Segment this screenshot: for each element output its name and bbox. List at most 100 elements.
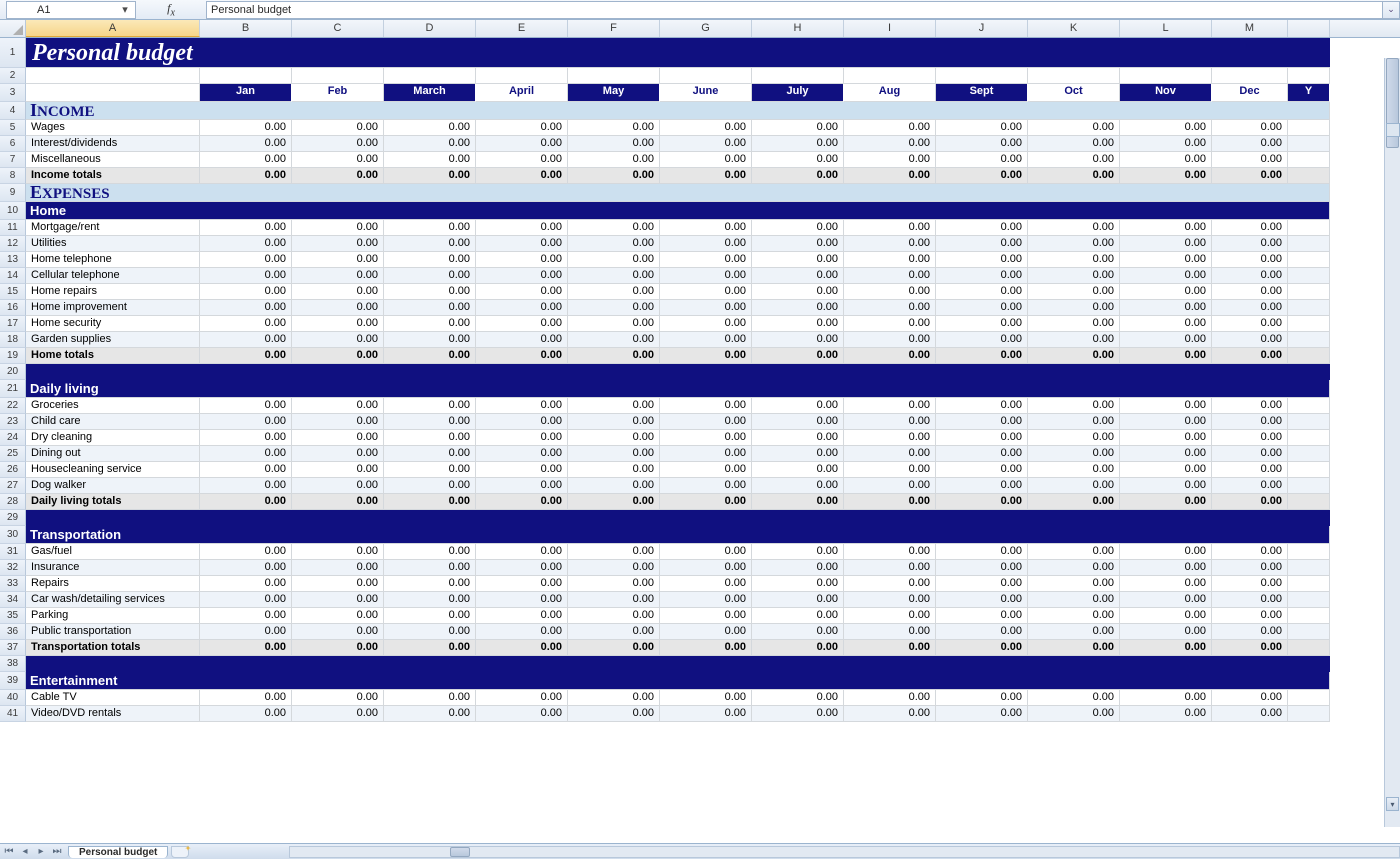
cell[interactable]: 0.00 <box>1028 348 1120 364</box>
row-header[interactable]: 17 <box>0 316 26 332</box>
cell[interactable]: 0.00 <box>292 268 384 284</box>
vertical-scrollbar[interactable]: ▾ <box>1384 58 1400 827</box>
last-sheet-icon[interactable]: ⏭ <box>50 846 64 858</box>
cell[interactable]: 0.00 <box>568 414 660 430</box>
cell[interactable]: 0.00 <box>292 332 384 348</box>
cell[interactable]: 0.00 <box>844 576 936 592</box>
cell[interactable]: 0.00 <box>1212 252 1288 268</box>
cell[interactable]: 0.00 <box>476 414 568 430</box>
cell[interactable]: 0.00 <box>292 690 384 706</box>
cell[interactable]: 0.00 <box>292 462 384 478</box>
row-header[interactable]: 20 <box>0 364 26 380</box>
cell[interactable]: 0.00 <box>936 430 1028 446</box>
cell[interactable]: 0.00 <box>384 220 476 236</box>
cell[interactable]: 0.00 <box>476 640 568 656</box>
row-label[interactable]: Daily living totals <box>26 494 200 510</box>
month-header[interactable]: Y <box>1288 84 1330 102</box>
row-header[interactable]: 27 <box>0 478 26 494</box>
cell[interactable]: 0.00 <box>752 608 844 624</box>
cell[interactable]: 0.00 <box>1212 300 1288 316</box>
cell[interactable]: 0.00 <box>1120 268 1212 284</box>
cell[interactable]: 0.00 <box>1028 706 1120 722</box>
cell[interactable]: 0.00 <box>660 168 752 184</box>
cell[interactable]: 0.00 <box>660 624 752 640</box>
cell[interactable]: 0.00 <box>1120 284 1212 300</box>
cell[interactable]: 0.00 <box>476 430 568 446</box>
cell[interactable]: 0.00 <box>1028 284 1120 300</box>
column-header[interactable]: K <box>1028 20 1120 37</box>
sheet-tab[interactable]: Personal budget <box>68 846 168 858</box>
cell[interactable]: 0.00 <box>200 544 292 560</box>
cell[interactable]: 0.00 <box>660 300 752 316</box>
cell[interactable]: 0.00 <box>568 624 660 640</box>
cell[interactable]: 0.00 <box>384 152 476 168</box>
cell[interactable]: 0.00 <box>1120 560 1212 576</box>
cell[interactable]: 0.00 <box>844 120 936 136</box>
cell[interactable]: 0.00 <box>200 576 292 592</box>
cell[interactable]: 0.00 <box>660 544 752 560</box>
cell[interactable]: 0.00 <box>936 576 1028 592</box>
cell[interactable]: 0.00 <box>1028 236 1120 252</box>
cell[interactable]: 0.00 <box>200 152 292 168</box>
row-label[interactable]: Dry cleaning <box>26 430 200 446</box>
cell[interactable] <box>292 68 384 84</box>
split-box-icon[interactable] <box>1386 123 1400 137</box>
cell[interactable]: 0.00 <box>384 348 476 364</box>
column-header[interactable]: H <box>752 20 844 37</box>
cell[interactable]: 0.00 <box>844 316 936 332</box>
row-header[interactable]: 28 <box>0 494 26 510</box>
row-header[interactable]: 26 <box>0 462 26 478</box>
cell[interactable]: 0.00 <box>476 120 568 136</box>
cell[interactable]: 0.00 <box>200 592 292 608</box>
cell[interactable]: 0.00 <box>568 690 660 706</box>
cell[interactable]: 0.00 <box>752 706 844 722</box>
cell[interactable]: 0.00 <box>660 446 752 462</box>
cell[interactable]: 0.00 <box>844 462 936 478</box>
cell[interactable]: 0.00 <box>384 544 476 560</box>
cell[interactable]: 0.00 <box>752 152 844 168</box>
cell[interactable]: 0.00 <box>200 168 292 184</box>
cell[interactable]: 0.00 <box>200 316 292 332</box>
cell[interactable]: 0.00 <box>200 462 292 478</box>
cell[interactable]: 0.00 <box>1120 462 1212 478</box>
cell[interactable]: 0.00 <box>1212 608 1288 624</box>
cell[interactable]: 0.00 <box>292 252 384 268</box>
cell[interactable] <box>1288 544 1330 560</box>
column-header[interactable]: E <box>476 20 568 37</box>
row-header[interactable]: 8 <box>0 168 26 184</box>
cell[interactable]: 0.00 <box>844 268 936 284</box>
row-label[interactable]: Income totals <box>26 168 200 184</box>
cell[interactable] <box>1288 624 1330 640</box>
cell[interactable]: 0.00 <box>1212 640 1288 656</box>
cell[interactable]: 0.00 <box>1028 446 1120 462</box>
cell[interactable]: 0.00 <box>200 284 292 300</box>
cell[interactable]: 0.00 <box>936 120 1028 136</box>
cell[interactable]: 0.00 <box>292 120 384 136</box>
cell[interactable]: 0.00 <box>660 348 752 364</box>
row-header[interactable]: 18 <box>0 332 26 348</box>
cell[interactable] <box>1288 414 1330 430</box>
cell[interactable]: 0.00 <box>292 136 384 152</box>
cell[interactable]: 0.00 <box>752 640 844 656</box>
cell[interactable]: 0.00 <box>660 560 752 576</box>
select-all-corner[interactable] <box>0 20 26 37</box>
cell[interactable]: 0.00 <box>936 268 1028 284</box>
row-header[interactable]: 23 <box>0 414 26 430</box>
cell[interactable]: 0.00 <box>292 640 384 656</box>
cell[interactable] <box>1288 446 1330 462</box>
month-header[interactable]: Dec <box>1212 84 1288 102</box>
cell[interactable]: 0.00 <box>1028 300 1120 316</box>
cell[interactable]: 0.00 <box>476 706 568 722</box>
cell[interactable]: 0.00 <box>292 220 384 236</box>
cell[interactable]: 0.00 <box>476 544 568 560</box>
cell[interactable]: 0.00 <box>844 284 936 300</box>
row-header[interactable]: 34 <box>0 592 26 608</box>
cell[interactable]: 0.00 <box>292 544 384 560</box>
cell[interactable]: 0.00 <box>752 446 844 462</box>
cell[interactable] <box>1288 284 1330 300</box>
column-header[interactable]: M <box>1212 20 1288 37</box>
cell[interactable]: 0.00 <box>1028 252 1120 268</box>
cell[interactable]: 0.00 <box>752 592 844 608</box>
cell[interactable]: 0.00 <box>752 332 844 348</box>
cell[interactable]: 0.00 <box>752 478 844 494</box>
